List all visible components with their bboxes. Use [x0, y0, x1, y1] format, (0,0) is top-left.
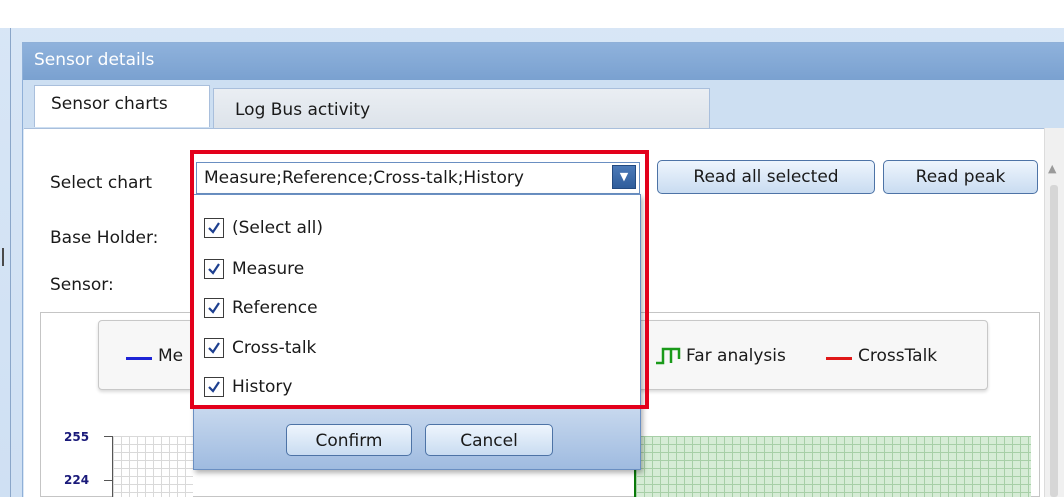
legend-measure-label: Me	[158, 346, 184, 366]
scroll-up-icon[interactable]: ▲	[1048, 162, 1060, 175]
read-peak-button[interactable]: Read peak	[883, 160, 1038, 194]
y-tick-mark	[104, 480, 112, 481]
read-all-selected-button[interactable]: Read all selected	[657, 160, 875, 194]
sensor-label: Sensor:	[50, 275, 114, 295]
legend-crosstalk-swatch	[826, 357, 852, 360]
chart-grid-right	[636, 436, 1031, 497]
tab-log-bus-activity-label: Log Bus activity	[235, 100, 371, 120]
y-tick-label: 255	[64, 430, 90, 444]
y-axis	[112, 436, 113, 497]
legend-far-analysis-icon	[656, 347, 681, 365]
cancel-button[interactable]: Cancel	[425, 424, 553, 456]
chart-grid-left	[113, 436, 193, 497]
confirm-button[interactable]: Confirm	[286, 424, 412, 456]
y-tick-label: 224	[64, 473, 90, 487]
scrollbar-thumb[interactable]	[1050, 185, 1058, 497]
highlight-box	[190, 150, 649, 409]
legend-far-analysis-label: Far analysis	[686, 346, 786, 366]
panel-title: Sensor details	[34, 50, 155, 70]
base-holder-label: Base Holder:	[50, 228, 159, 248]
top-strip	[0, 0, 1064, 28]
left-border	[10, 28, 11, 497]
tab-sensor-charts-label: Sensor charts	[51, 94, 168, 114]
legend-crosstalk-label: CrossTalk	[858, 346, 938, 366]
panel-header	[23, 43, 1064, 80]
select-chart-label: Select chart	[50, 173, 153, 193]
y-tick-mark	[104, 436, 112, 437]
resize-grip[interactable]	[2, 248, 4, 266]
legend-measure-swatch	[126, 357, 152, 360]
